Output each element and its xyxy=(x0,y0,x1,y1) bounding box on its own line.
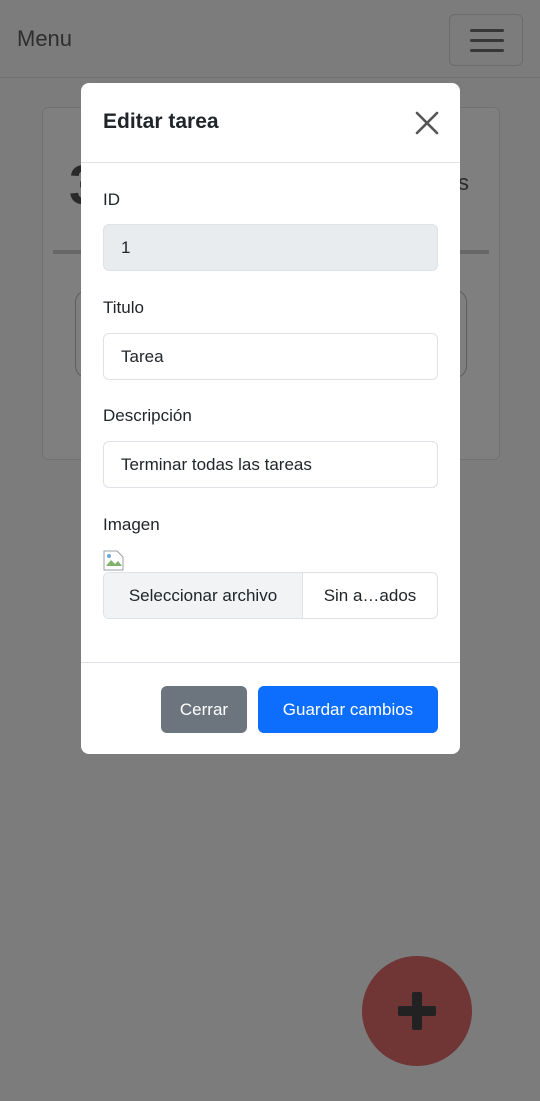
description-field[interactable] xyxy=(103,441,438,488)
broken-image-icon xyxy=(103,550,124,571)
choose-file-button[interactable]: Seleccionar archivo xyxy=(104,573,303,618)
close-icon xyxy=(415,111,439,135)
close-modal-button[interactable]: Cerrar xyxy=(161,686,247,733)
title-label: Titulo xyxy=(103,298,144,317)
save-changes-button[interactable]: Guardar cambios xyxy=(258,686,438,733)
modal-footer: Cerrar Guardar cambios xyxy=(81,662,460,754)
id-label: ID xyxy=(103,190,120,209)
image-label: Imagen xyxy=(103,515,160,534)
edit-task-modal: Editar tarea ID Titulo Descripción Image… xyxy=(81,83,460,754)
modal-title: Editar tarea xyxy=(103,110,219,133)
id-field[interactable] xyxy=(103,224,438,271)
file-status-text: Sin a…ados xyxy=(323,585,417,605)
modal-header: Editar tarea xyxy=(81,83,460,163)
close-button[interactable] xyxy=(411,107,443,139)
title-field[interactable] xyxy=(103,333,438,380)
description-label: Descripción xyxy=(103,406,192,425)
file-input[interactable]: Seleccionar archivo Sin a…ados xyxy=(103,572,438,619)
